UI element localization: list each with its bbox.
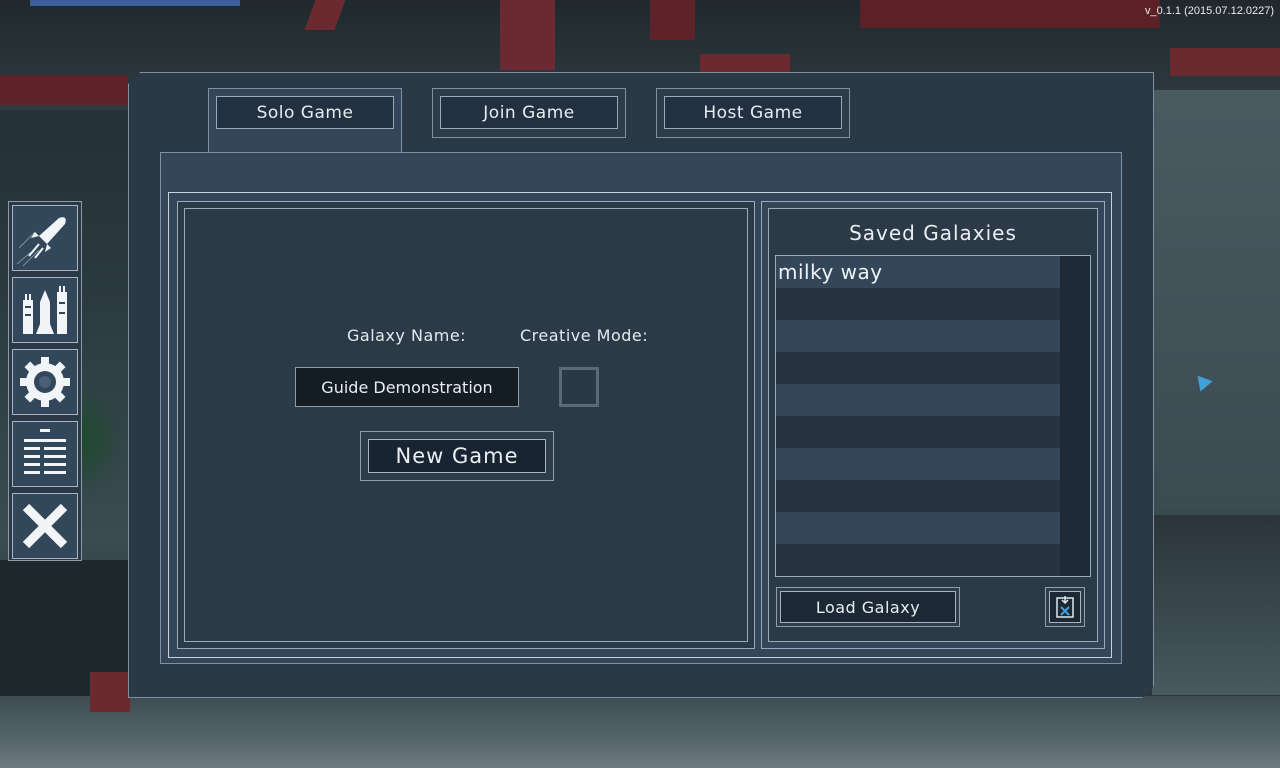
rocket-icon: [16, 217, 66, 267]
galaxy-name-input[interactable]: Guide Demonstration: [295, 367, 519, 407]
buildings-icon: [23, 286, 67, 334]
saved-galaxies-list: milky way: [775, 255, 1091, 577]
delete-file-icon: [1054, 595, 1076, 619]
sidebar-item-launch[interactable]: [12, 205, 78, 271]
list-icon: [24, 429, 66, 474]
galaxy-name-label: Galaxy Name:: [347, 326, 467, 345]
background-beam: [650, 0, 695, 40]
background-beam: [1170, 48, 1280, 76]
creative-mode-checkbox[interactable]: [559, 367, 599, 407]
background-beam: [90, 672, 130, 712]
close-icon: [22, 503, 68, 549]
background-floor: [0, 696, 1280, 768]
sidebar-item-quit[interactable]: [12, 493, 78, 559]
delete-galaxy-button[interactable]: [1049, 591, 1081, 623]
sidebar-item-build[interactable]: [12, 277, 78, 343]
tab-host-game[interactable]: Host Game: [656, 88, 850, 138]
list-item[interactable]: [776, 480, 1060, 512]
list-item[interactable]: [776, 384, 1060, 416]
tab-join-game[interactable]: Join Game: [432, 88, 626, 138]
side-toolbar: [8, 201, 82, 561]
tab-content: Galaxy Name: Creative Mode: Guide Demons…: [160, 152, 1122, 664]
tab-host-game-button[interactable]: Host Game: [664, 96, 842, 129]
tab-join-game-button[interactable]: Join Game: [440, 96, 618, 129]
load-galaxy-button[interactable]: Load Galaxy: [780, 591, 956, 623]
delete-galaxy-button-frame[interactable]: [1045, 587, 1085, 627]
new-game-panel: Galaxy Name: Creative Mode: Guide Demons…: [177, 201, 755, 649]
load-galaxy-button-frame[interactable]: Load Galaxy: [776, 587, 960, 627]
content-frame: Galaxy Name: Creative Mode: Guide Demons…: [168, 192, 1112, 658]
background-beam: [0, 75, 128, 105]
new-game-panel-inner: Galaxy Name: Creative Mode: Guide Demons…: [184, 208, 748, 642]
saved-galaxies-title: Saved Galaxies: [849, 221, 1017, 245]
new-game-button[interactable]: New Game: [368, 439, 546, 473]
background-plant: [80, 380, 128, 500]
list-item[interactable]: milky way: [776, 256, 1060, 288]
game-menu-window: Solo Game Join Game Host Game Galaxy Nam…: [128, 72, 1154, 698]
background-wall: [1152, 90, 1280, 510]
list-item[interactable]: [776, 320, 1060, 352]
saved-galaxies-inner: Saved Galaxies milky way Load Galaxy: [768, 208, 1098, 642]
list-item[interactable]: [776, 288, 1060, 320]
background-beam: [500, 0, 555, 70]
version-label: v_0.1.1 (2015.07.12.0227): [1144, 5, 1274, 17]
sidebar-item-menu[interactable]: [12, 421, 78, 487]
list-item[interactable]: [776, 512, 1060, 544]
background-wall: [1152, 515, 1280, 695]
list-scrollbar[interactable]: [1060, 256, 1090, 576]
sidebar-item-settings[interactable]: [12, 349, 78, 415]
background-beam: [860, 0, 1160, 28]
background-beam: [700, 54, 790, 74]
saved-galaxies-panel: Saved Galaxies milky way Load Galaxy: [761, 201, 1105, 649]
list-item[interactable]: [776, 352, 1060, 384]
list-item[interactable]: [776, 448, 1060, 480]
list-item[interactable]: [776, 544, 1060, 576]
tab-solo-game[interactable]: Solo Game: [208, 88, 402, 158]
new-game-button-frame[interactable]: New Game: [360, 431, 554, 481]
tab-solo-game-button[interactable]: Solo Game: [216, 96, 394, 129]
background-blue-strip: [30, 0, 240, 6]
gear-icon: [20, 357, 70, 407]
creative-mode-label: Creative Mode:: [520, 326, 649, 345]
list-item[interactable]: [776, 416, 1060, 448]
